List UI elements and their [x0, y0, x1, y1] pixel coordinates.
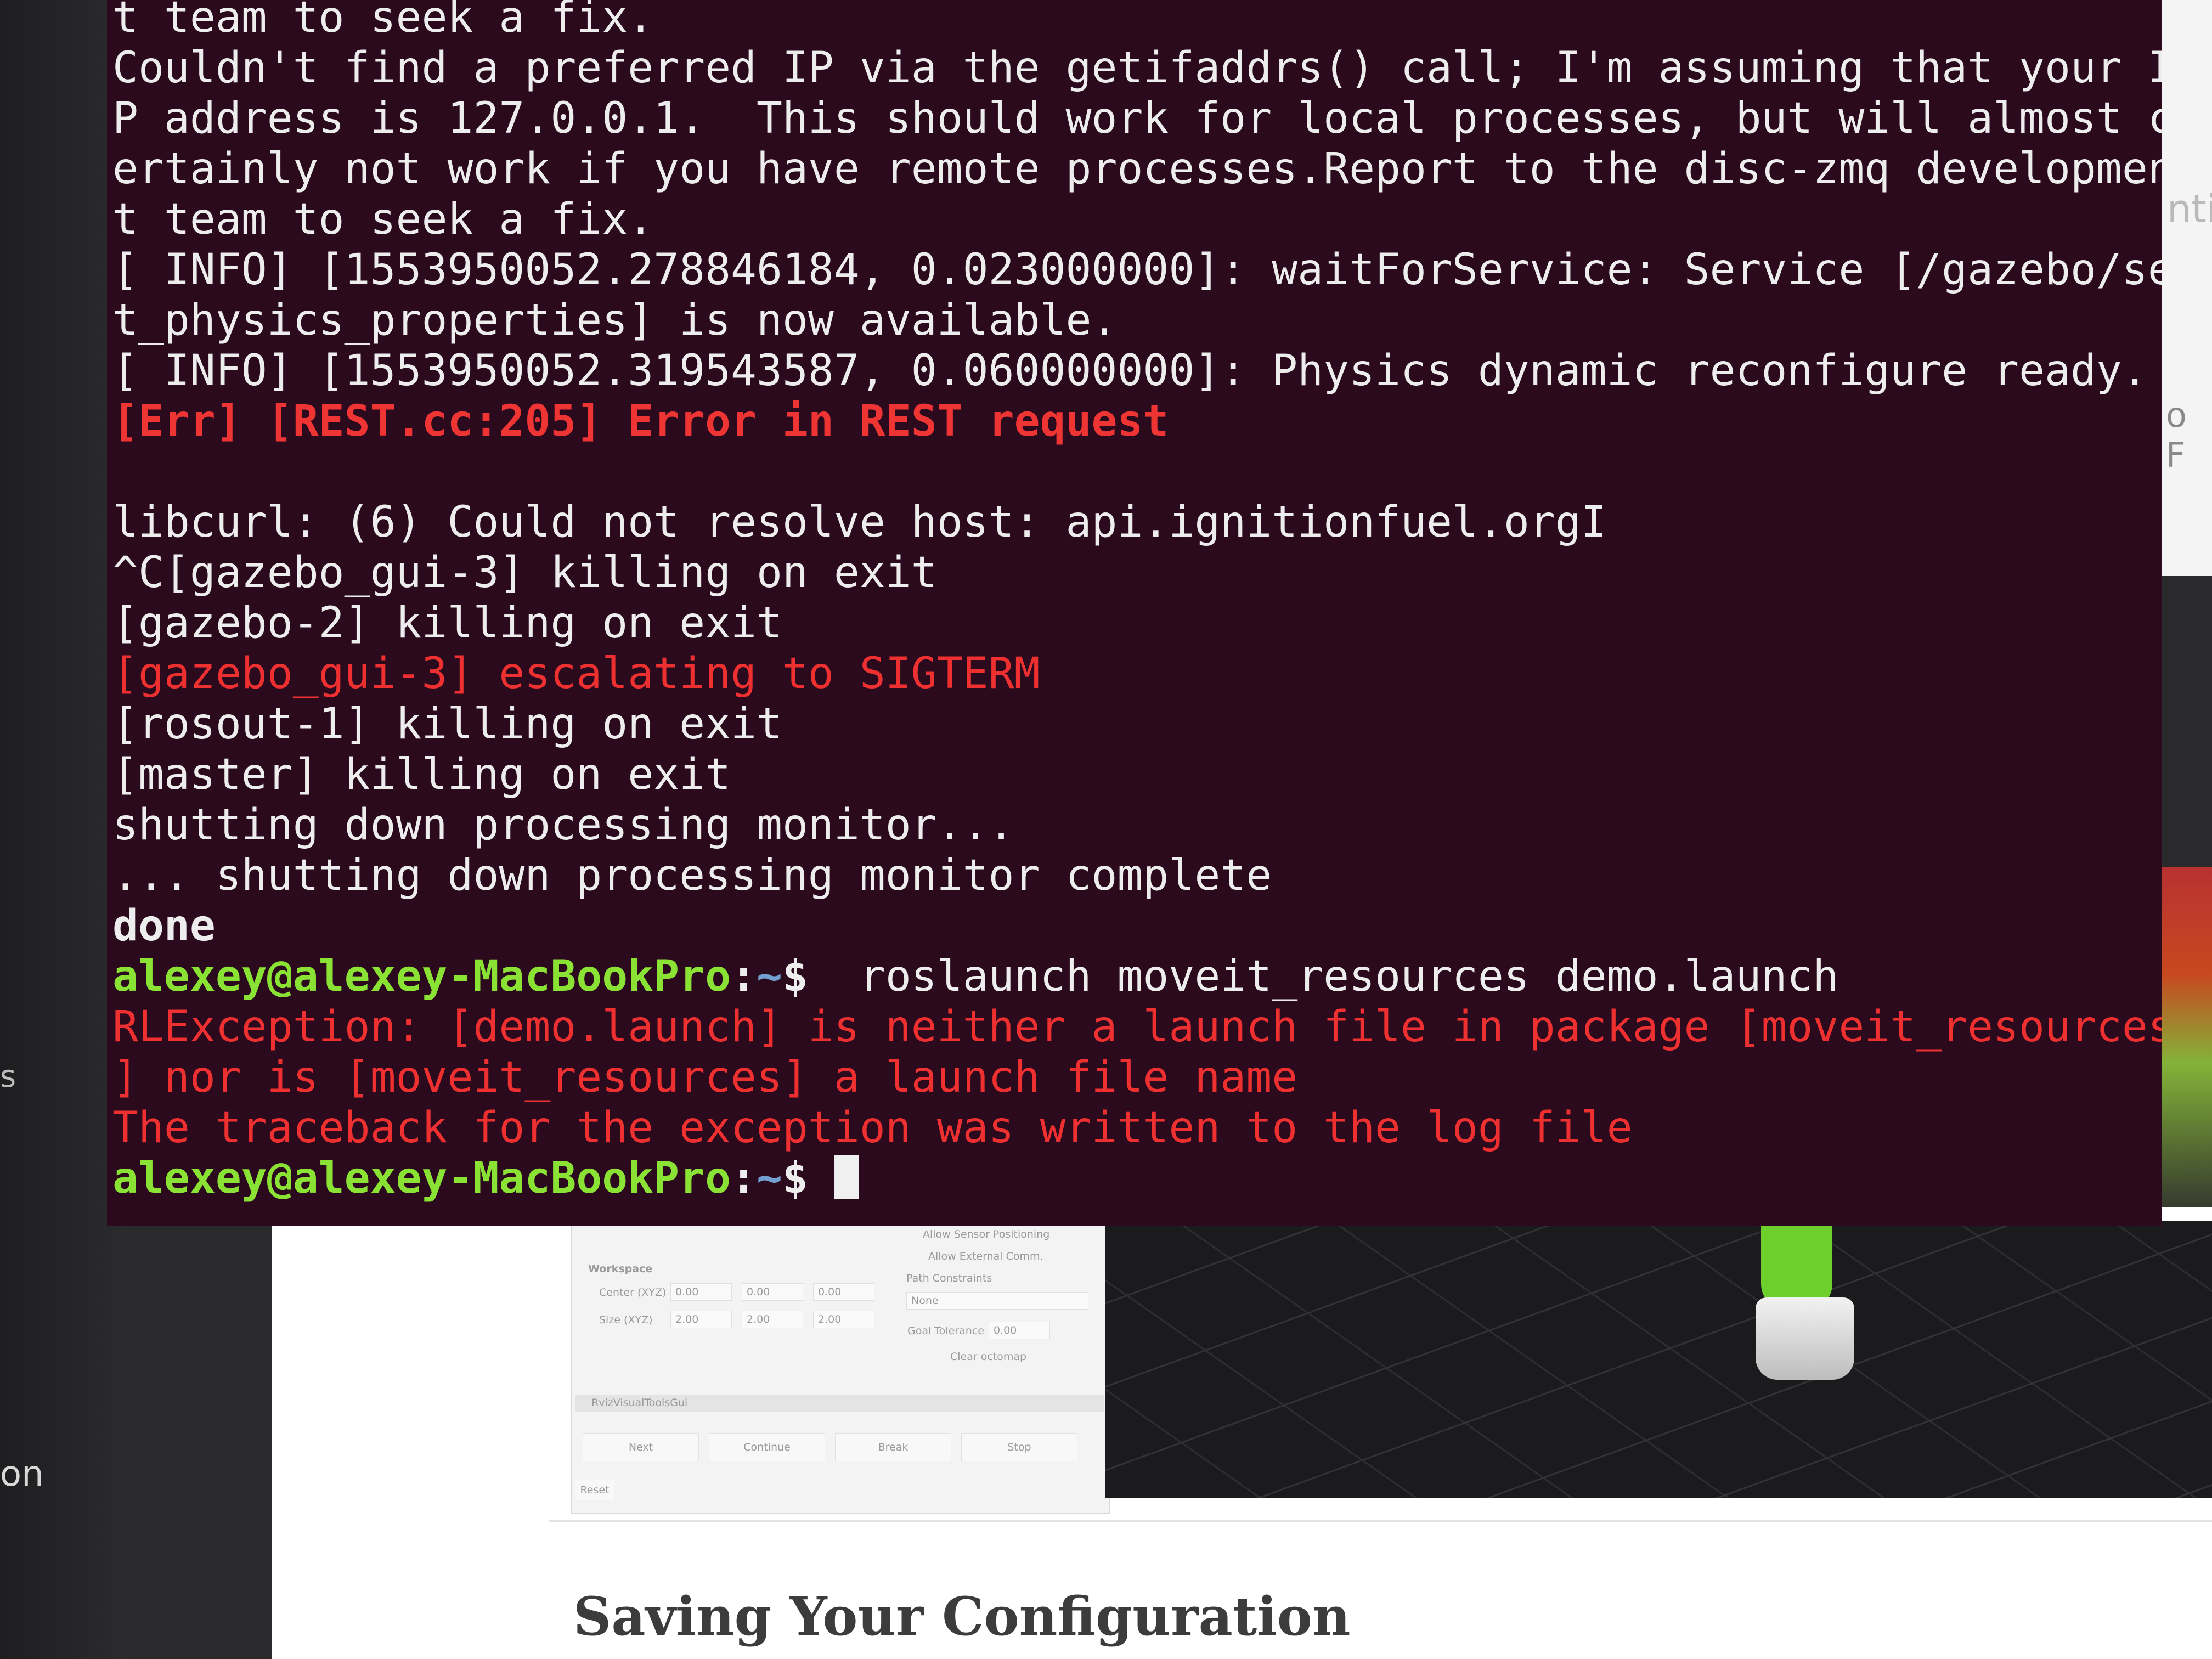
path-constraints-label: Path Constraints: [906, 1272, 992, 1284]
prompt-dollar: $: [782, 1154, 808, 1203]
ground-grid: [1105, 1221, 2212, 1498]
goal-tolerance-label: Goal Tolerance: [907, 1325, 984, 1337]
command-prompt-line: alexey@alexey-MacBookPro:~$ roslaunch mo…: [112, 951, 2129, 1002]
terminal-cursor[interactable]: [833, 1155, 859, 1199]
terminal-line: [master] killing on exit: [112, 750, 731, 799]
terminal-line: t team to seek a fix.: [112, 0, 654, 42]
size-z-field[interactable]: 2.00: [813, 1311, 874, 1328]
terminal-line: t_physics_properties] is now available.: [112, 296, 1118, 345]
center-label: Center (XYZ): [599, 1286, 667, 1299]
constraint-select[interactable]: None: [906, 1292, 1088, 1310]
size-y-field[interactable]: 2.00: [742, 1311, 803, 1328]
terminal-line: Couldn't find a preferred IP via the get…: [112, 43, 2162, 93]
terminal-error-line: The traceback for the exception was writ…: [112, 1103, 1633, 1153]
terminal-error-line: [Err] [REST.cc:205] Error in REST reques…: [112, 397, 1169, 446]
stop-button[interactable]: Stop: [961, 1433, 1077, 1462]
background-window-text: nti: [2167, 187, 2212, 232]
terminal-line: [ INFO] [1553950052.278846184, 0.0230000…: [112, 245, 2162, 295]
goal-tolerance-field[interactable]: 0.00: [989, 1322, 1050, 1339]
prompt-user: alexey@alexey-MacBookPro: [112, 952, 731, 1001]
terminal-output: t team to seek a fix. Couldn't find a pr…: [112, 0, 2162, 1204]
command-prompt-line[interactable]: alexey@alexey-MacBookPro:~$: [112, 1153, 2129, 1204]
clear-octomap-button[interactable]: Clear octomap: [950, 1351, 1026, 1363]
rviz-robot-preview: [2153, 867, 2212, 1223]
doc-section-heading: Saving Your Configuration: [573, 1585, 1351, 1647]
desktop-left-label: on: [0, 1454, 44, 1494]
background-window-edge: [2162, 0, 2212, 576]
robot-base: [1756, 1297, 1854, 1380]
terminal-window[interactable]: t team to seek a fix. Couldn't find a pr…: [107, 0, 2162, 1226]
terminal-line: ertainly not work if you have remote pro…: [112, 144, 2162, 194]
terminal-line: [ INFO] [1553950052.319543587, 0.0600000…: [112, 346, 2148, 396]
prompt-path: ~: [757, 1154, 782, 1203]
continue-button[interactable]: Continue: [709, 1433, 825, 1462]
terminal-line: [gazebo-2] killing on exit: [112, 599, 782, 648]
prompt-path: ~: [757, 952, 782, 1001]
terminal-error-line: ] nor is [moveit_resources] a launch fil…: [112, 1053, 1298, 1102]
terminal-line: shutting down processing monitor...: [112, 800, 1014, 850]
prompt-command: roslaunch moveit_resources demo.launch: [808, 952, 1839, 1001]
next-button[interactable]: Next: [583, 1433, 699, 1462]
text-cursor-icon: I: [1581, 498, 1607, 547]
background-window-text: o F: [2166, 395, 2187, 475]
allow-sensor-checkbox[interactable]: Allow Sensor Positioning: [923, 1228, 1049, 1240]
rviz-3d-viewport[interactable]: [1105, 1221, 2212, 1498]
terminal-error-line: [gazebo_gui-3] escalating to SIGTERM: [112, 649, 1040, 698]
size-x-field[interactable]: 2.00: [670, 1311, 732, 1328]
terminal-line: t team to seek a fix.: [112, 195, 654, 244]
rviz-motion-planning-panel: Allow Sensor Positioning Allow External …: [571, 1221, 1110, 1514]
workspace-label: Workspace: [588, 1263, 653, 1275]
terminal-line: [rosout-1] killing on exit: [112, 699, 782, 749]
prompt-user: alexey@alexey-MacBookPro: [112, 1154, 731, 1203]
terminal-error-line: RLException: [demo.launch] is neither a …: [112, 1002, 2162, 1052]
size-label: Size (XYZ): [599, 1314, 653, 1326]
rviz-tools-header: RvizVisualToolsGui: [575, 1395, 1104, 1412]
prompt-separator: :: [731, 952, 757, 1001]
desktop-left-glyph: s: [0, 1059, 16, 1094]
libcurl-error-text: libcurl: (6) Could not resolve host: api…: [112, 498, 1581, 547]
terminal-line: ... shutting down processing monitor com…: [112, 851, 1272, 900]
doc-divider: [549, 1520, 2212, 1522]
terminal-line: done: [112, 901, 216, 951]
allow-external-checkbox[interactable]: Allow External Comm.: [928, 1250, 1043, 1262]
terminal-line: P address is 127.0.0.1. This should work…: [112, 94, 2162, 143]
center-z-field[interactable]: 0.00: [813, 1283, 874, 1301]
prompt-dollar: $: [782, 952, 808, 1001]
terminal-line: ^C[gazebo_gui-3] killing on exit: [112, 548, 937, 597]
rviz-tools-title: RvizVisualToolsGui: [591, 1397, 688, 1409]
center-x-field[interactable]: 0.00: [670, 1283, 732, 1301]
prompt-separator: :: [731, 1154, 757, 1203]
terminal-line: libcurl: (6) Could not resolve host: api…: [112, 497, 2129, 548]
break-button[interactable]: Break: [835, 1433, 951, 1462]
center-y-field[interactable]: 0.00: [742, 1283, 803, 1301]
reset-button[interactable]: Reset: [575, 1480, 614, 1500]
